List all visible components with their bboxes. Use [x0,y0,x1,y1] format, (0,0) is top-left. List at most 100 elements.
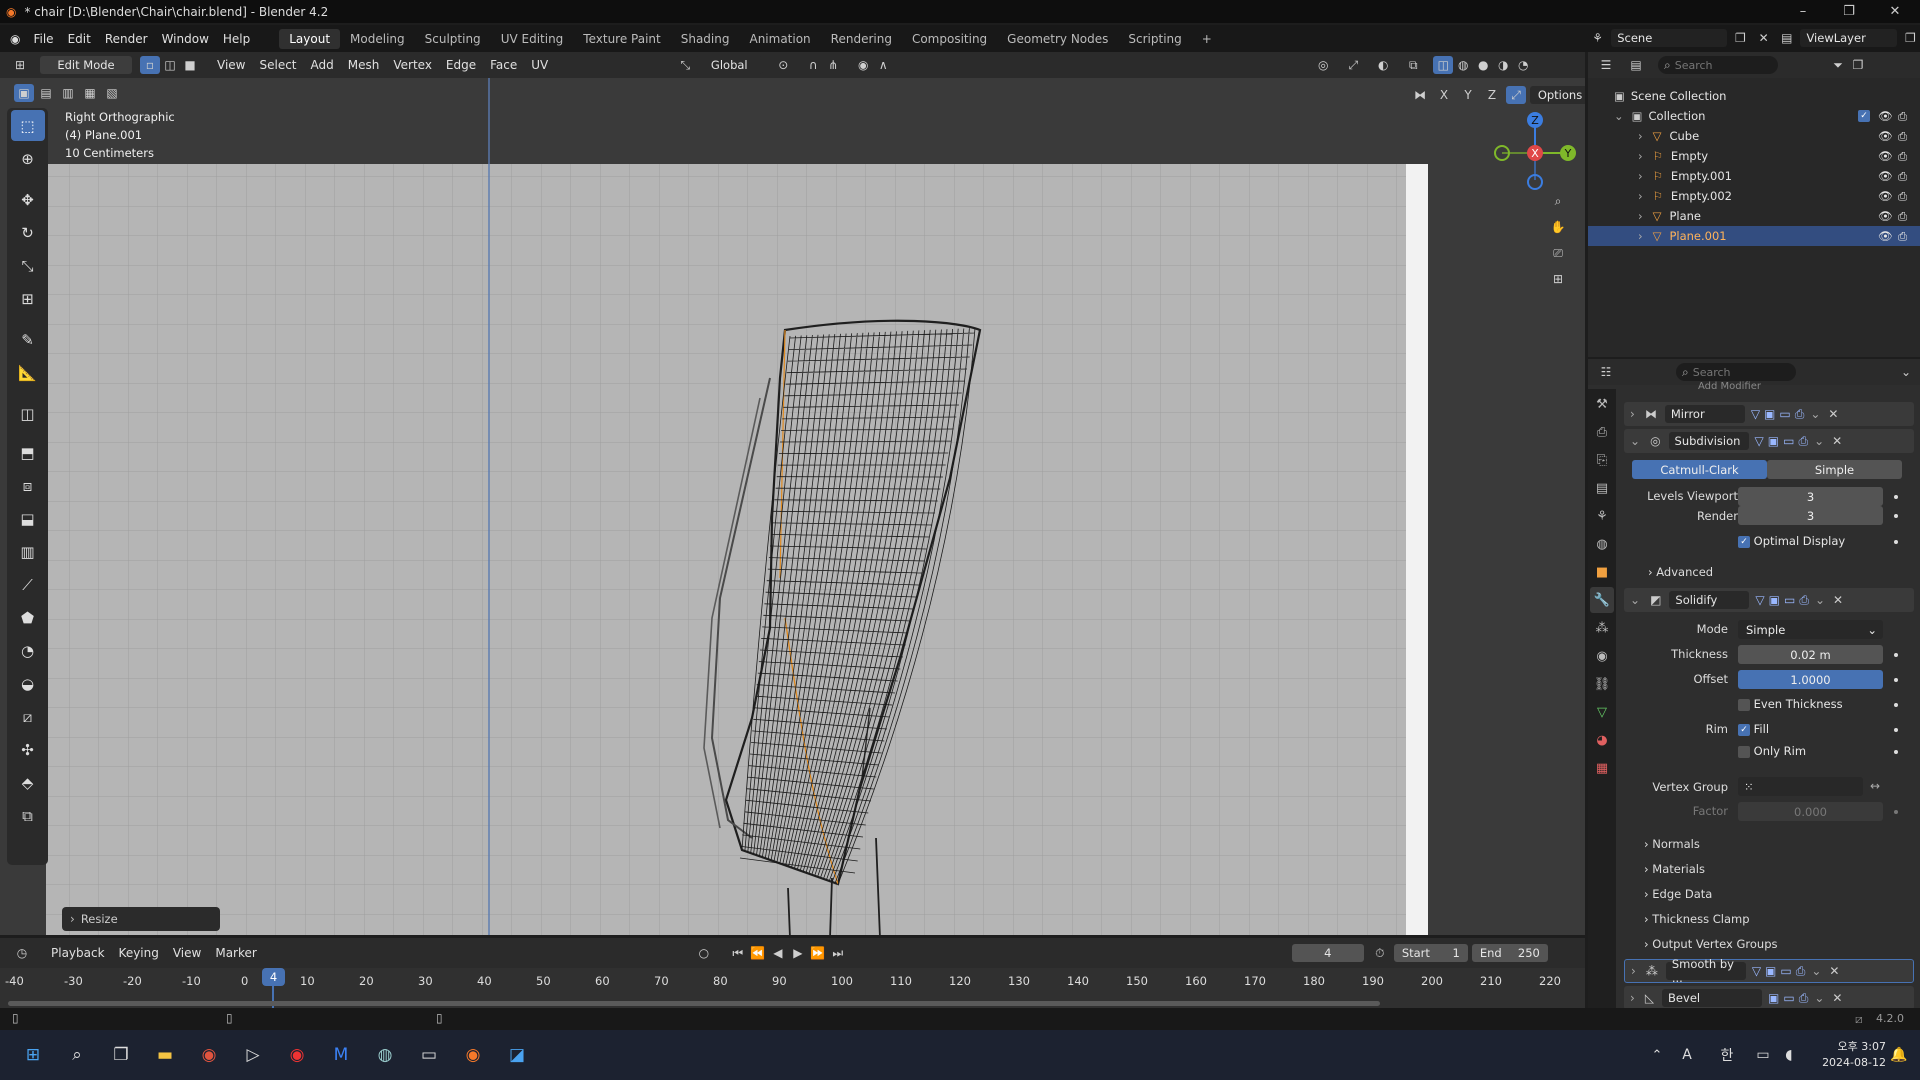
chevron-down-icon[interactable]: ⌄ [1896,363,1916,381]
texture-tab-icon[interactable]: ▦ [1590,755,1614,781]
menu-render[interactable]: Render [98,32,155,46]
snap-icon[interactable]: ∩ [803,56,823,74]
add-workspace-icon[interactable]: + [1192,29,1222,49]
outliner-search-input[interactable] [1674,58,1771,72]
menu-view[interactable]: View [210,58,252,72]
options-button[interactable]: Options [1530,86,1585,104]
modifier-subdivision[interactable]: ⌄ ◎ Subdivision ▽ ▣ ▭ ⎙ ⌄ ✕ [1624,429,1914,453]
viewport-display-icon[interactable]: ▭ [1783,434,1794,448]
chevron-right-icon[interactable]: › [1631,964,1636,978]
select-extend-icon[interactable]: ▤ [36,84,56,102]
select-box-tool-icon[interactable]: ⬚ [10,110,45,141]
edit-mode-icon[interactable]: ▽ [1755,434,1764,448]
chevron-down-icon[interactable]: ⌄ [1811,964,1821,978]
close-button[interactable]: ✕ [1872,0,1918,23]
hide-eye-icon[interactable]: 👁 [1878,169,1893,183]
rip-tool-icon[interactable]: ⧉ [11,800,45,831]
new-scene-icon[interactable]: ❐ [1731,29,1750,47]
viewlayer-icon[interactable]: ▤ [1777,29,1796,47]
modifier-solidify[interactable]: ⌄ ◩ Solidify ▽ ▣ ▭ ⎙ ⌄ ✕ [1624,588,1914,612]
render-display-icon[interactable]: ⎙ [1798,434,1808,449]
viewport-canvas[interactable] [0,78,1585,935]
taskbar-clock[interactable]: 오후 3:07 2024-08-12 [1806,1039,1886,1071]
minimize-button[interactable]: – [1780,0,1826,23]
remove-modifier-icon[interactable]: ✕ [1832,434,1842,448]
cage-icon[interactable]: ▣ [1764,407,1775,421]
select-intersect-icon[interactable]: ▧ [102,84,122,102]
outliner-editor-icon[interactable]: ☰ [1596,56,1616,74]
render-display-icon[interactable]: ⎙ [1799,991,1809,1006]
data-tab-icon[interactable]: ▽ [1590,699,1614,725]
delete-scene-icon[interactable]: ✕ [1754,29,1773,47]
render-display-icon[interactable]: ⎙ [1799,593,1809,608]
hide-eye-icon[interactable]: 👁 [1878,229,1893,243]
modifier-bevel[interactable]: › ◺ Bevel ▣ ▭ ⎙ ⌄ ✕ [1624,986,1914,1010]
keyframe-dot-icon[interactable] [1894,678,1898,682]
media-player-icon[interactable]: ▷ [238,1040,268,1070]
normals-section[interactable]: › Normals [1644,837,1700,851]
inset-tool-icon[interactable]: ⧈ [11,470,45,501]
terminal-icon[interactable]: ▭ [414,1040,444,1070]
edge-slide-tool-icon[interactable]: ⧄ [11,701,45,732]
prev-keyframe-icon[interactable]: ⏪ [748,944,768,962]
view-layer-tab-icon[interactable]: ▤ [1590,475,1614,501]
language-indicator[interactable]: 한 [1712,1040,1742,1070]
visibility-icon[interactable]: ◎ [1313,56,1333,74]
outliner-row-empty[interactable]: › ⚐ Empty 👁 ⎙ [1588,146,1920,166]
hide-eye-icon[interactable]: 👁 [1878,209,1893,223]
pivot-icon[interactable]: ⊙ [773,56,793,74]
scene-icon[interactable]: ⚘ [1588,29,1607,47]
menu-help[interactable]: Help [216,32,257,46]
navigation-gizmo[interactable]: Z Y X [1490,108,1580,198]
end-frame-field[interactable]: End 250 [1471,944,1548,962]
tray-expand-icon[interactable]: ⌃ [1642,1040,1672,1070]
shrink-fatten-tool-icon[interactable]: ✣ [11,734,45,765]
scene-selector[interactable]: Scene [1611,29,1727,47]
thickness-field[interactable]: 0.02 m [1738,645,1883,664]
add-modifier-label[interactable]: Add Modifier [1698,381,1761,392]
outliner-row-empty-002[interactable]: › ⚐ Empty.002 👁 ⎙ [1588,186,1920,206]
hide-eye-icon[interactable]: 👁 [1878,129,1893,143]
face-select-icon[interactable]: ■ [180,56,200,74]
play-icon[interactable]: ▶ [788,944,808,962]
menu-edge[interactable]: Edge [439,58,483,72]
offset-field[interactable]: 1.0000 [1738,670,1883,689]
cage-icon[interactable]: ▣ [1765,964,1776,978]
menu-add[interactable]: Add [304,58,341,72]
chevron-down-icon[interactable]: ⌄ [1630,434,1640,448]
outliner-row-empty-001[interactable]: › ⚐ Empty.001 👁 ⎙ [1588,166,1920,186]
jump-start-icon[interactable]: ⏮ [728,944,748,962]
overlay-icon[interactable]: ◐ [1373,56,1393,74]
edge-select-icon[interactable]: ◫ [160,56,180,74]
mesh-overlay-icon[interactable]: ⧉ [1403,56,1423,74]
zoom-icon[interactable]: ⌕ [1548,192,1568,210]
blender-menu-icon[interactable]: ◉ [10,32,20,46]
vertex-select-icon[interactable]: ▫ [140,56,160,74]
bevel-tool-icon[interactable]: ⬓ [11,503,45,534]
remove-modifier-icon[interactable]: ✕ [1833,593,1843,607]
thickness-clamp-section[interactable]: › Thickness Clamp [1644,912,1750,926]
tab-sculpting[interactable]: Sculpting [415,29,491,49]
annotate-tool-icon[interactable]: ✎ [11,324,45,355]
viewport-display-icon[interactable]: ▭ [1780,964,1791,978]
world-tab-icon[interactable]: ◍ [1590,531,1614,557]
edit-mode-icon[interactable]: ▽ [1755,593,1764,607]
tab-geometry-nodes[interactable]: Geometry Nodes [997,29,1118,49]
ime-mode-label[interactable]: A [1672,1040,1702,1070]
taskbar-search-icon[interactable]: ⌕ [62,1040,92,1070]
render-tab-icon[interactable]: ⎙ [1590,419,1614,445]
render-display-icon[interactable]: ⎙ [1795,407,1805,422]
output-vertex-groups-section[interactable]: › Output Vertex Groups [1644,937,1778,951]
orientation-selector[interactable]: Global [695,56,764,74]
properties-search-input[interactable] [1692,365,1789,379]
keyframe-dot-icon[interactable] [1894,540,1898,544]
ortho-grid-icon[interactable]: ⊞ [1548,270,1568,288]
new-viewlayer-icon[interactable]: ❐ [1901,29,1920,47]
chevron-right-icon[interactable]: › [1630,991,1635,1005]
tab-shading[interactable]: Shading [671,29,740,49]
chevron-right-icon[interactable]: › [1638,129,1643,143]
menu-face[interactable]: Face [483,58,524,72]
spin-tool-icon[interactable]: ◔ [11,635,45,666]
chevron-down-icon[interactable]: ⌄ [1815,593,1825,607]
keyframe-dot-icon[interactable] [1894,703,1898,707]
